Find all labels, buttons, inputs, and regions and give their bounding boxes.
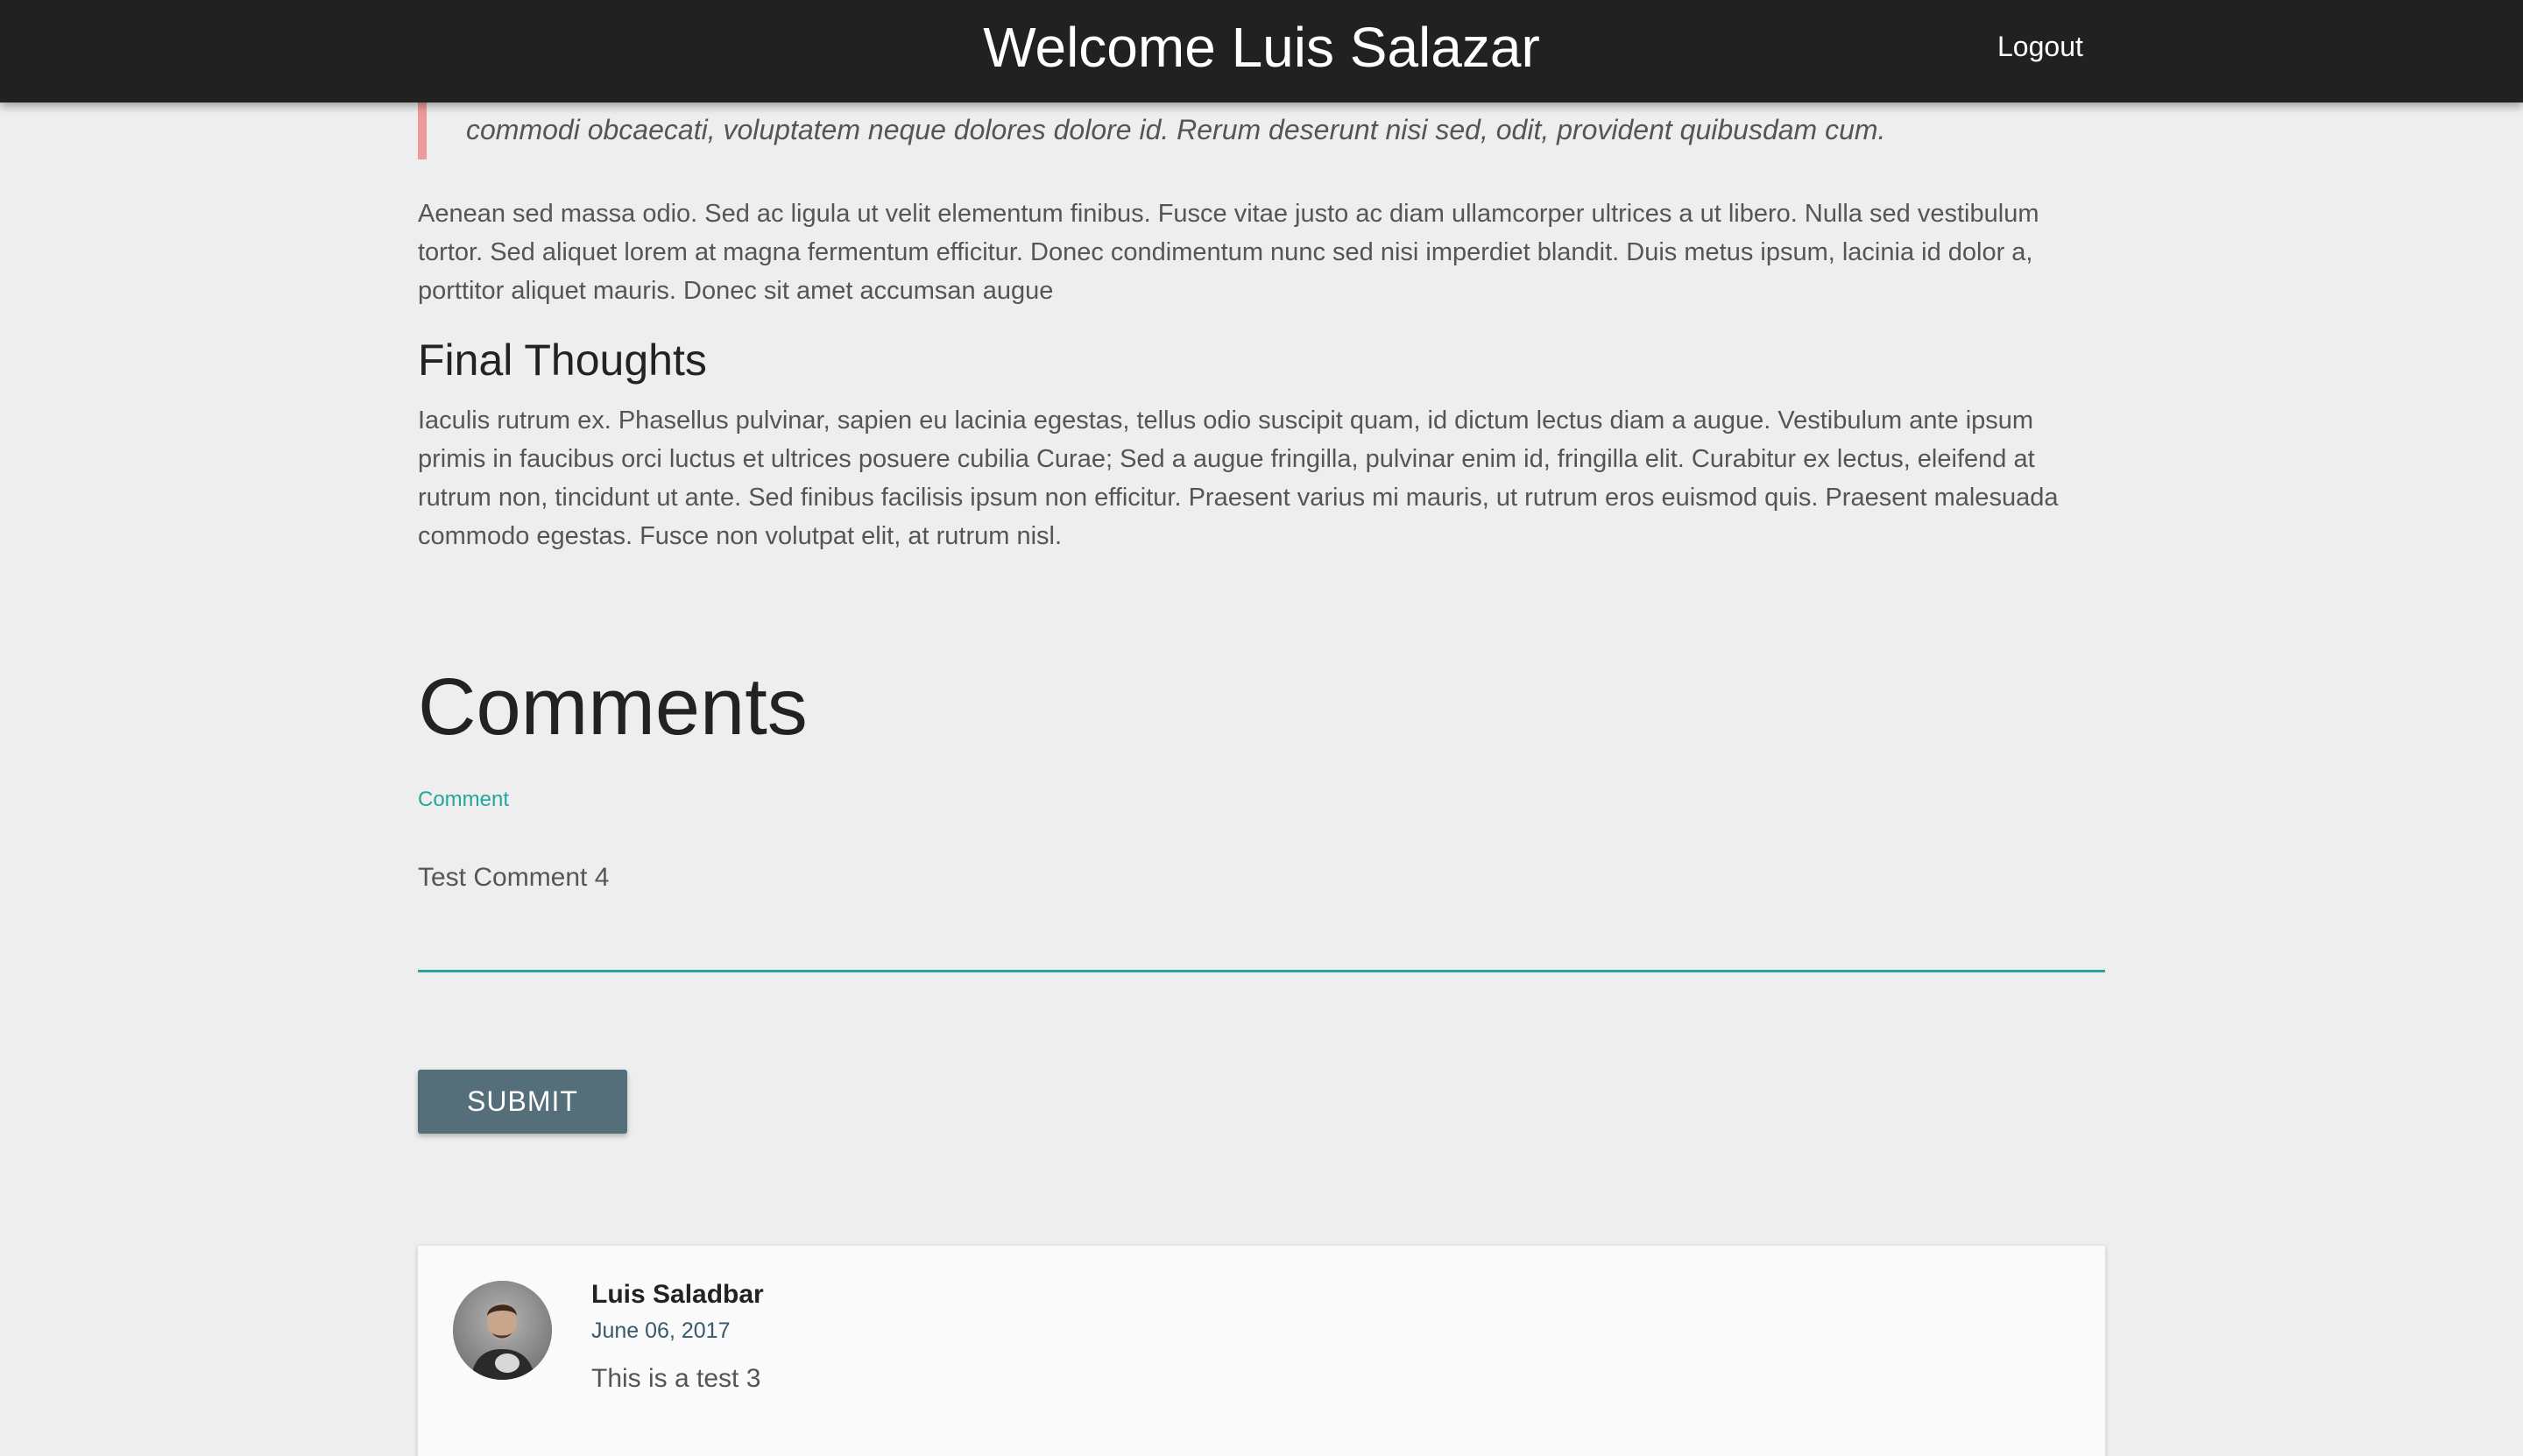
section-heading: Final Thoughts [418, 336, 707, 385]
comments-heading: Comments [418, 662, 808, 752]
article-paragraph: Iaculis rutrum ex. Phasellus pulvinar, s… [418, 406, 2059, 550]
user-avatar-photo-icon [453, 1281, 552, 1380]
comment-field-label: Comment [418, 788, 510, 811]
submit-button[interactable]: SUBMIT [418, 1070, 627, 1134]
page-title: Welcome Luis Salazar [983, 16, 1540, 79]
comment-card: Luis Saladbar June 06, 2017 This is a te… [418, 1246, 2105, 1456]
article-blockquote: commodi obcaecati, voluptatem neque dolo… [418, 95, 2105, 159]
comment-textarea[interactable] [418, 841, 2105, 972]
comment-text: This is a test 3 [591, 1364, 761, 1393]
logout-link[interactable]: Logout [1997, 26, 2083, 67]
comment-date: June 06, 2017 [591, 1318, 731, 1343]
comment-author: Luis Saladbar [591, 1280, 764, 1309]
article-paragraph: Aenean sed massa odio. Sed ac ligula ut … [418, 200, 2039, 305]
top-navbar: Welcome Luis Salazar Logout [0, 0, 2523, 102]
